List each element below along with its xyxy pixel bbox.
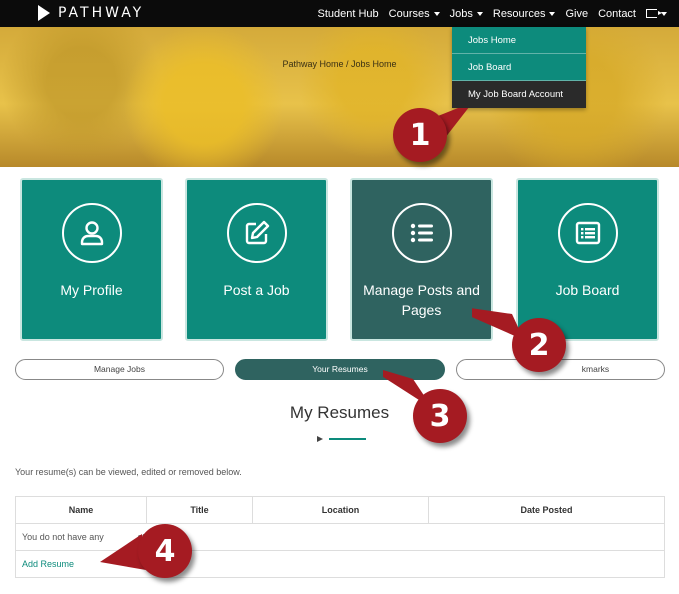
card-label: Manage Posts and Pages <box>363 282 480 318</box>
pathway-logo[interactable]: PATHWAY <box>38 5 144 21</box>
logo-mark-icon <box>38 5 50 21</box>
empty-message-start: You do not have any <box>22 532 104 542</box>
column-header-date-posted: Date Posted <box>428 496 665 524</box>
callout-bubble: 2 <box>512 318 566 372</box>
card-label: Post a Job <box>223 282 290 298</box>
cursor-pointer-icon <box>317 436 323 442</box>
jobs-dropdown-menu: Jobs Home Job Board My Job Board Account <box>452 27 586 108</box>
callout-number: 3 <box>429 398 451 434</box>
nav-label: Contact <box>598 7 636 20</box>
column-header-name: Name <box>15 496 147 524</box>
card-label: Job Board <box>555 282 620 298</box>
page-title: My Resumes <box>289 403 390 422</box>
nav-label: Student Hub <box>317 7 379 20</box>
menu-item-job-board[interactable]: Job Board <box>452 54 586 81</box>
main-nav: Student Hub Courses Jobs Resources Give … <box>318 0 667 27</box>
nav-contact[interactable]: Contact <box>598 8 636 20</box>
callout-bubble: 1 <box>393 108 447 162</box>
callout-bubble: 3 <box>413 389 467 443</box>
nav-label: Jobs <box>449 7 473 20</box>
nav-account[interactable] <box>646 9 667 18</box>
title-underline <box>329 438 366 440</box>
caret-down-icon <box>433 11 440 16</box>
menu-item-jobs-home[interactable]: Jobs Home <box>452 27 586 54</box>
section-description: Your resume(s) can be viewed, edited or … <box>15 467 242 477</box>
callout-bubble: 4 <box>138 524 192 578</box>
column-header-location: Location <box>252 496 429 524</box>
nav-jobs[interactable]: Jobs <box>450 8 483 20</box>
list-icon <box>391 203 452 263</box>
caret-down-icon <box>549 11 556 16</box>
tab-manage-jobs[interactable]: Manage Jobs <box>15 359 224 380</box>
add-resume-link[interactable]: Add Resume <box>22 559 74 569</box>
card-label: My Profile <box>60 282 123 298</box>
breadcrumb-home[interactable]: Pathway Home <box>282 59 343 69</box>
callout-number: 2 <box>528 327 550 363</box>
callout-2: 2 <box>472 308 572 374</box>
callout-number: 1 <box>409 117 431 153</box>
card-post-a-job[interactable]: Post a Job <box>185 178 328 341</box>
nav-label: Resources <box>492 7 546 20</box>
nav-label: Give <box>565 7 589 20</box>
table-header-row: Name Title Location Date Posted <box>15 496 665 524</box>
callout-number: 4 <box>154 533 176 569</box>
breadcrumb-separator: / <box>345 59 349 69</box>
top-navbar: PATHWAY Student Hub Courses Jobs Resourc… <box>0 0 679 27</box>
column-header-title: Title <box>146 496 253 524</box>
user-icon <box>61 203 122 263</box>
sign-out-icon <box>646 9 662 18</box>
breadcrumb-current: Jobs Home <box>351 59 397 69</box>
callout-1: 1 <box>393 108 469 164</box>
menu-item-my-job-board-account[interactable]: My Job Board Account <box>452 81 586 108</box>
card-my-profile[interactable]: My Profile <box>20 178 163 341</box>
caret-down-icon <box>476 11 483 16</box>
board-list-icon <box>557 203 618 263</box>
callout-4: 4 <box>100 524 198 580</box>
edit-icon <box>226 203 287 263</box>
brand-name: PATHWAY <box>58 5 145 21</box>
callout-3: 3 <box>383 370 473 445</box>
nav-label: Courses <box>388 7 430 20</box>
nav-resources[interactable]: Resources <box>493 8 556 20</box>
nav-courses[interactable]: Courses <box>389 8 440 20</box>
nav-student-hub[interactable]: Student Hub <box>318 8 379 20</box>
nav-give[interactable]: Give <box>565 8 588 20</box>
